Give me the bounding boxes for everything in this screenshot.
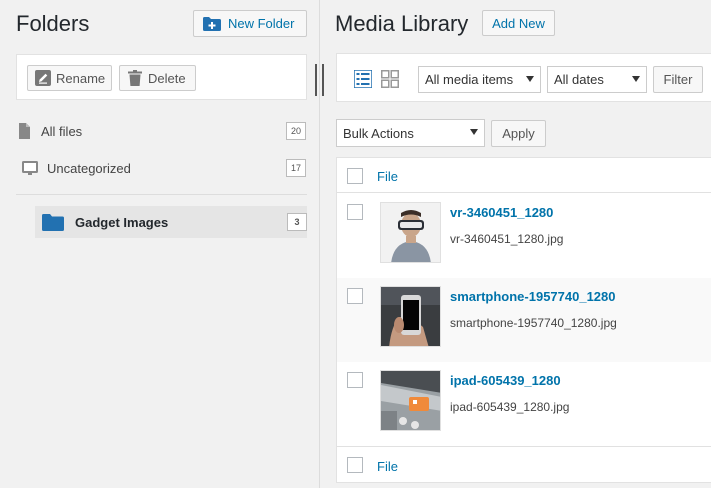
folder-count-badge: 17 xyxy=(286,159,306,177)
thumbnail-smartphone[interactable] xyxy=(380,286,441,347)
select-all-checkbox[interactable] xyxy=(347,168,363,184)
folder-icon xyxy=(42,213,64,231)
media-library-panel: Media Library Add New All media items Al xyxy=(320,0,711,488)
media-type-select[interactable]: All media items xyxy=(418,66,541,93)
folder-gadget-images[interactable]: Gadget Images 3 xyxy=(35,206,307,238)
folder-label: All files xyxy=(41,123,83,139)
thumbnail-vr-headset[interactable] xyxy=(380,202,441,263)
folder-label: Uncategorized xyxy=(47,160,131,176)
file-icon xyxy=(16,123,32,139)
date-value: All dates xyxy=(554,72,604,87)
row-checkbox[interactable] xyxy=(347,288,363,304)
table-row: smartphone-1957740_1280 smartphone-19577… xyxy=(337,278,711,362)
select-all-checkbox[interactable] xyxy=(347,457,363,473)
date-select[interactable]: All dates xyxy=(547,66,647,93)
media-table: File vr-3460451_1280 vr-3460451_1280.jpg xyxy=(336,157,711,483)
media-title-link[interactable]: vr-3460451_1280 xyxy=(450,205,553,220)
folder-all-files[interactable]: All files 20 xyxy=(16,118,306,144)
media-title-link[interactable]: smartphone-1957740_1280 xyxy=(450,289,616,304)
folders-title: Folders xyxy=(16,11,90,36)
filter-bar: All media items All dates Filter xyxy=(336,53,711,102)
thumbnail-ipad[interactable] xyxy=(380,370,441,431)
column-header-file[interactable]: File xyxy=(377,169,398,184)
media-title-link[interactable]: ipad-605439_1280 xyxy=(450,373,561,388)
media-filename: ipad-605439_1280.jpg xyxy=(450,400,570,414)
pencil-icon xyxy=(35,70,51,86)
column-footer-file[interactable]: File xyxy=(377,459,398,474)
table-footer: File xyxy=(337,446,711,483)
filter-button[interactable]: Filter xyxy=(653,66,703,93)
folder-count-badge: 20 xyxy=(286,122,306,140)
bulk-actions-select[interactable]: Bulk Actions xyxy=(336,119,485,147)
add-new-button[interactable]: Add New xyxy=(482,10,555,36)
folder-plus-icon xyxy=(203,16,221,31)
media-filename: vr-3460451_1280.jpg xyxy=(450,232,564,246)
folder-toolbar: Rename Delete xyxy=(16,54,307,100)
grid-view-icon[interactable] xyxy=(381,70,399,88)
media-filename: smartphone-1957740_1280.jpg xyxy=(450,316,617,330)
folder-count-badge: 3 xyxy=(287,213,307,231)
delete-label: Delete xyxy=(148,70,186,86)
table-row: ipad-605439_1280 ipad-605439_1280.jpg xyxy=(337,362,711,446)
table-header: File xyxy=(337,158,711,193)
delete-button[interactable]: Delete xyxy=(119,65,196,91)
folders-panel: Folders New Folder Rename Delete All fil… xyxy=(0,0,320,488)
tree-divider xyxy=(16,194,307,195)
new-folder-button[interactable]: New Folder xyxy=(193,10,307,37)
apply-button[interactable]: Apply xyxy=(491,120,546,147)
chevron-down-icon xyxy=(632,76,640,82)
table-row: vr-3460451_1280 vr-3460451_1280.jpg xyxy=(337,194,711,278)
new-folder-label: New Folder xyxy=(228,16,295,31)
row-checkbox[interactable] xyxy=(347,372,363,388)
rename-label: Rename xyxy=(56,70,106,86)
page-title: Media Library xyxy=(335,11,469,36)
list-view-icon[interactable] xyxy=(353,69,373,89)
media-type-value: All media items xyxy=(425,72,514,87)
inbox-icon xyxy=(22,160,38,176)
row-checkbox[interactable] xyxy=(347,204,363,220)
rename-button[interactable]: Rename xyxy=(27,65,112,91)
chevron-down-icon xyxy=(526,76,534,82)
bulk-actions-value: Bulk Actions xyxy=(343,125,414,141)
chevron-down-icon xyxy=(470,129,478,135)
trash-icon xyxy=(127,70,143,86)
folder-label: Gadget Images xyxy=(75,214,169,230)
folder-uncategorized[interactable]: Uncategorized 17 xyxy=(22,155,306,181)
